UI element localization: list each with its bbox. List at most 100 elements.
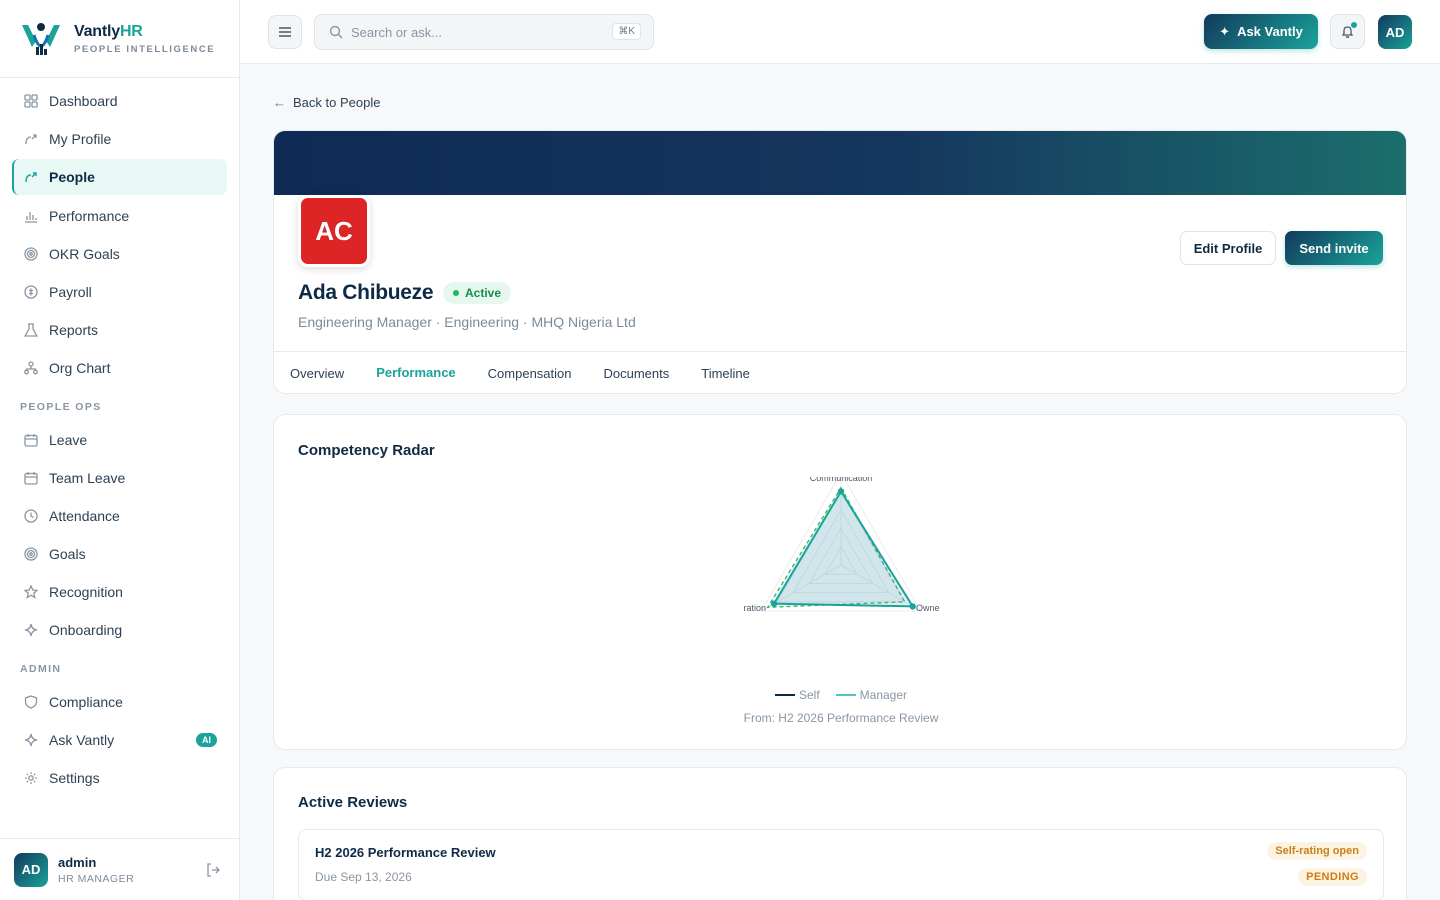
radar-chart: Communication Owne ration xyxy=(743,477,940,613)
sidebar-item-label: People xyxy=(49,169,95,186)
tab-performance[interactable]: Performance xyxy=(360,352,471,393)
radar-source: From: H2 2026 Performance Review xyxy=(743,711,939,725)
org-chart-icon xyxy=(24,361,38,375)
sidebar-item-attendance[interactable]: Attendance xyxy=(12,498,227,534)
calendar-icon xyxy=(24,433,38,447)
sidebar-item-people[interactable]: People xyxy=(12,159,227,196)
sidebar-item-label: Ask Vantly xyxy=(49,731,115,748)
user-role: HR MANAGER xyxy=(58,872,135,885)
sidebar-item-leave[interactable]: Leave xyxy=(12,422,227,458)
legend-swatch xyxy=(835,694,856,696)
card-title: Competency Radar xyxy=(298,442,435,459)
clock-icon xyxy=(24,509,38,523)
send-invite-button[interactable]: Send invite xyxy=(1285,231,1383,265)
sparkle-icon xyxy=(24,733,38,747)
sidebar-item-label: OKR Goals xyxy=(49,245,120,262)
target-icon xyxy=(24,247,38,261)
sidebar-item-okr-goals[interactable]: OKR Goals xyxy=(12,236,227,272)
ask-vantly-label: Ask Vantly xyxy=(1237,24,1303,39)
user-name: admin xyxy=(58,854,97,870)
sidebar-item-label: Compliance xyxy=(49,693,123,710)
profile-tabs: Overview Performance Compensation Docume… xyxy=(274,351,1406,393)
avatar[interactable]: AD xyxy=(1378,15,1412,49)
sidebar-item-dashboard[interactable]: Dashboard xyxy=(12,83,227,119)
sidebar-item-performance[interactable]: Performance xyxy=(12,198,227,234)
radar-point-self xyxy=(770,600,778,607)
calendar-icon xyxy=(24,471,38,485)
review-status-badge: PENDING xyxy=(1298,868,1367,886)
brand-tagline: PEOPLE INTELLIGENCE xyxy=(74,43,216,55)
radar-point-self xyxy=(909,603,916,610)
logout-icon[interactable] xyxy=(205,862,221,878)
sidebar-item-my-profile[interactable]: My Profile xyxy=(12,121,227,157)
sidebar-item-recognition[interactable]: Recognition xyxy=(12,574,227,610)
tab-compensation[interactable]: Compensation xyxy=(472,352,588,393)
sidebar-item-label: Settings xyxy=(49,770,100,786)
radar-axis-label: Owne xyxy=(916,603,940,613)
sidebar-item-settings[interactable]: Settings xyxy=(12,760,227,796)
sidebar-item-org-chart[interactable]: Org Chart xyxy=(12,350,227,386)
competency-radar-card: Competency Radar Communication Owne ration… xyxy=(273,414,1407,750)
sparkle-icon xyxy=(24,623,38,637)
gear-icon xyxy=(24,771,38,785)
sidebar-item-label: Goals xyxy=(49,546,86,563)
brand-name: VantlyHR xyxy=(74,22,143,40)
person-name: Ada Chibueze xyxy=(298,281,434,304)
section-people-ops: PEOPLE OPS xyxy=(20,400,102,413)
sidebar-item-ask-vantly[interactable]: Ask Vantly AI xyxy=(12,722,227,758)
tab-timeline[interactable]: Timeline xyxy=(685,352,766,393)
ai-badge: AI xyxy=(196,732,217,747)
ask-vantly-button[interactable]: ✦ Ask Vantly xyxy=(1204,14,1318,49)
sidebar-item-label: Team Leave xyxy=(49,469,126,486)
vantly-logo-icon xyxy=(22,22,60,55)
sidebar: VantlyHR PEOPLE INTELLIGENCE Dashboard M… xyxy=(0,0,240,900)
sparkle-icon: ✦ xyxy=(1219,23,1231,39)
users-icon xyxy=(24,170,38,184)
search-icon xyxy=(329,25,343,39)
sidebar-item-onboarding[interactable]: Onboarding xyxy=(12,612,227,648)
review-due-date: Due Sep 13, 2026 xyxy=(315,870,412,884)
radar-axis-label: ration xyxy=(743,603,766,613)
radar-series-self xyxy=(772,489,915,608)
tab-overview[interactable]: Overview xyxy=(274,352,360,393)
back-to-people-link[interactable]: ← Back to People xyxy=(273,95,380,110)
star-icon xyxy=(24,585,38,600)
menu-toggle-button[interactable] xyxy=(268,15,302,49)
radar-point-self xyxy=(837,488,845,495)
review-title: H2 2026 Performance Review xyxy=(315,845,496,860)
edit-profile-button[interactable]: Edit Profile xyxy=(1180,231,1276,265)
sidebar-item-payroll[interactable]: Payroll xyxy=(12,274,227,310)
currency-icon xyxy=(24,285,38,299)
section-admin: ADMIN xyxy=(20,662,62,675)
legend-swatch xyxy=(774,694,795,696)
topbar: Search or ask... ⌘K ✦ Ask Vantly AD xyxy=(240,0,1440,64)
legend-self[interactable]: Self xyxy=(774,688,820,702)
target-icon xyxy=(24,547,38,561)
sidebar-item-label: Reports xyxy=(49,322,99,339)
notification-dot xyxy=(1351,22,1357,28)
radar-legend: Self Manager xyxy=(274,688,1408,702)
card-title: Active Reviews xyxy=(298,794,408,811)
active-reviews-card: Active Reviews H2 2026 Performance Revie… xyxy=(273,767,1407,900)
person-meta: Engineering Manager · Engineering · MHQ … xyxy=(298,314,636,330)
profile-avatar: AC xyxy=(298,195,370,267)
sidebar-item-goals[interactable]: Goals xyxy=(12,536,227,572)
sidebar-item-label: Recognition xyxy=(49,584,123,601)
tab-documents[interactable]: Documents xyxy=(588,352,686,393)
sidebar-item-compliance[interactable]: Compliance xyxy=(12,684,227,720)
brand[interactable]: VantlyHR PEOPLE INTELLIGENCE xyxy=(0,0,239,78)
hamburger-icon xyxy=(279,27,291,37)
sidebar-item-label: My Profile xyxy=(49,131,112,148)
sidebar-item-team-leave[interactable]: Team Leave xyxy=(12,460,227,496)
shortcut-hint: ⌘K xyxy=(612,23,641,40)
sidebar-item-label: Attendance xyxy=(49,507,120,524)
review-row[interactable]: H2 2026 Performance Review Due Sep 13, 2… xyxy=(298,829,1384,900)
notifications-button[interactable] xyxy=(1330,14,1365,49)
avatar[interactable]: AD xyxy=(14,852,48,887)
profile-card: AC Ada Chibueze Active Engineering Manag… xyxy=(273,130,1407,394)
legend-manager[interactable]: Manager xyxy=(835,688,907,702)
search-input[interactable]: Search or ask... ⌘K xyxy=(314,14,654,50)
sidebar-item-reports[interactable]: Reports xyxy=(12,312,227,348)
back-label: Back to People xyxy=(293,95,381,110)
bar-chart-icon xyxy=(24,209,38,223)
